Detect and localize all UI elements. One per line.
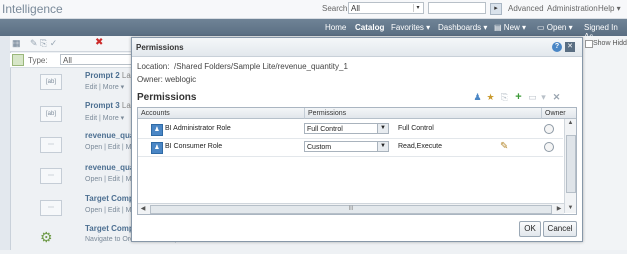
scroll-down-icon[interactable]: ▼ xyxy=(565,204,576,213)
catalog-list-item[interactable]: [ab] Prompt 3 Last Edit | More ▾ xyxy=(10,100,140,130)
prompt-icon: [ab] xyxy=(40,106,62,122)
add-icon[interactable]: + xyxy=(513,92,524,103)
permission-select[interactable]: Full Control ▼ xyxy=(304,123,389,134)
app-brand: Intelligence xyxy=(2,2,63,16)
dialog-title-bar[interactable]: Permissions ? ✕ xyxy=(132,38,582,57)
replace-icon: ▭ xyxy=(528,92,537,102)
new-icon: ▤ xyxy=(494,23,502,32)
account-name: BI Consumer Role xyxy=(165,143,223,150)
horizontal-scrollbar[interactable]: ◀ III ▶ xyxy=(138,203,564,214)
search-label: Search xyxy=(322,4,348,13)
chart-icon: ⋯ xyxy=(40,137,62,153)
right-panel xyxy=(580,36,627,250)
scroll-thumb[interactable]: III xyxy=(150,205,552,214)
nav-bar: Home Catalog Favorites ▾ Dashboards ▾ ▤ … xyxy=(0,19,627,41)
scroll-right-icon[interactable]: ▶ xyxy=(554,204,564,214)
permission-select[interactable]: Custom ▼ xyxy=(304,141,389,152)
item-title[interactable]: Prompt 3 xyxy=(85,101,120,110)
nav-new[interactable]: ▤ New ▾ xyxy=(494,23,526,32)
catalog-toolbar: ▦ ✎ ⎘ ✓ ✖ xyxy=(10,36,140,52)
chart-icon: ⋯ xyxy=(40,200,62,216)
ok-button[interactable]: OK xyxy=(519,221,541,237)
dialog-title: Permissions xyxy=(136,43,184,52)
scroll-left-icon[interactable]: ◀ xyxy=(138,204,148,214)
show-hidden-checkbox[interactable] xyxy=(585,40,593,48)
view-icon[interactable]: ▦ xyxy=(12,38,21,49)
column-header-accounts[interactable]: Accounts xyxy=(138,108,304,119)
catalog-list-item[interactable]: ⋯ revenue_quant Open | Edit | More xyxy=(10,163,142,193)
nav-home[interactable]: Home xyxy=(325,23,346,32)
cancel-button[interactable]: Cancel xyxy=(543,221,577,237)
permission-detail: Read,Execute xyxy=(398,143,442,150)
owner-radio[interactable] xyxy=(544,142,554,152)
chevron-down-icon[interactable]: ▼ xyxy=(377,142,388,151)
owner-radio[interactable] xyxy=(544,124,554,134)
nav-new-label: New ▾ xyxy=(503,23,527,32)
permission-detail: Full Control xyxy=(398,125,434,132)
delete-icon[interactable]: ✕ xyxy=(551,92,562,103)
prompt-icon: [ab] xyxy=(40,74,62,90)
column-header-permissions[interactable]: Permissions xyxy=(304,108,541,119)
item-title[interactable]: Prompt 2 xyxy=(85,71,120,80)
column-header-owner[interactable]: Owner xyxy=(541,108,576,119)
catalog-list-item[interactable]: [ab] Prompt 2 Last Edit | More ▾ xyxy=(10,70,140,100)
search-scope-select[interactable]: All ▾ xyxy=(348,2,424,14)
folder-icon: ▭ xyxy=(537,23,545,32)
permissions-heading: Permissions xyxy=(137,92,197,103)
nav-open-label: Open ▾ xyxy=(546,23,573,32)
location-value: /Shared Folders/Sample Lite/revenue_quan… xyxy=(174,62,348,71)
show-hidden-label: Show Hidd xyxy=(593,40,627,47)
owner-label: Owner: xyxy=(137,75,163,84)
chart-icon: ⋯ xyxy=(40,168,62,184)
copy-icon: ⎘ xyxy=(500,92,509,102)
chevron-down-icon: ▾ xyxy=(413,4,422,12)
vertical-scrollbar[interactable]: ▲ ▼ xyxy=(564,119,576,213)
permission-value: Full Control xyxy=(307,126,343,133)
location-label: Location: xyxy=(137,62,170,71)
permission-value: Custom xyxy=(307,144,332,151)
delete-icon[interactable]: ✖ xyxy=(95,37,103,48)
nav-dashboards[interactable]: Dashboards ▾ xyxy=(438,23,487,32)
account-name: BI Administrator Role xyxy=(165,125,231,132)
item-actions[interactable]: Edit | More ▾ xyxy=(85,83,124,91)
close-icon[interactable]: ✕ xyxy=(565,42,575,52)
role-icon: ♟ xyxy=(151,142,163,154)
table-row[interactable]: ♟ BI Consumer Role Custom ▼ Read,Execute… xyxy=(138,138,563,157)
top-bar: Intelligence Search All ▾ ▸ Advanced Adm… xyxy=(0,0,627,19)
type-label: Type: xyxy=(28,56,48,65)
permissions-table: Accounts Permissions Owner ♟ BI Administ… xyxy=(137,107,577,215)
add-users-icon[interactable]: ♟ xyxy=(472,92,483,103)
type-filter-bar: Type: All xyxy=(10,53,146,68)
catalog-list-item[interactable]: ⋯ revenue_quant Open | Edit | More xyxy=(10,130,142,160)
search-scope-value: All xyxy=(351,4,360,13)
nav-favorites[interactable]: Favorites ▾ xyxy=(391,23,430,32)
dropdown-icon: ▾ xyxy=(541,92,546,102)
set-owner-icon[interactable]: ★ xyxy=(485,92,496,103)
nav-open[interactable]: ▭ Open ▾ xyxy=(537,23,573,32)
help-menu[interactable]: Help ▾ xyxy=(598,4,621,13)
filter-icon[interactable] xyxy=(12,54,24,66)
owner-value: weblogic xyxy=(165,75,197,84)
help-icon[interactable]: ? xyxy=(552,42,562,52)
search-go-button[interactable]: ▸ xyxy=(490,3,502,15)
advanced-link[interactable]: Advanced xyxy=(508,4,544,13)
catalog-list-item[interactable]: ⋯ Target Complet Open | Edit | More xyxy=(10,194,143,224)
table-row[interactable]: ♟ BI Administrator Role Full Control ▼ F… xyxy=(138,120,563,139)
permissions-dialog: Permissions ? ✕ Location: /Shared Folder… xyxy=(131,37,583,242)
pencil-icon[interactable]: ✎ xyxy=(500,141,508,152)
scroll-up-icon[interactable]: ▲ xyxy=(565,119,576,128)
nav-catalog[interactable]: Catalog xyxy=(355,23,384,32)
administration-link[interactable]: Administration xyxy=(547,4,598,13)
gear-icon: ⚙ xyxy=(40,229,53,245)
tool-icons: ✎ ⎘ ✓ xyxy=(30,38,58,48)
search-input[interactable] xyxy=(428,2,486,14)
role-icon: ♟ xyxy=(151,124,163,136)
scroll-thumb[interactable] xyxy=(566,135,576,193)
item-actions[interactable]: Edit | More ▾ xyxy=(85,114,124,122)
chevron-down-icon[interactable]: ▼ xyxy=(377,124,388,133)
